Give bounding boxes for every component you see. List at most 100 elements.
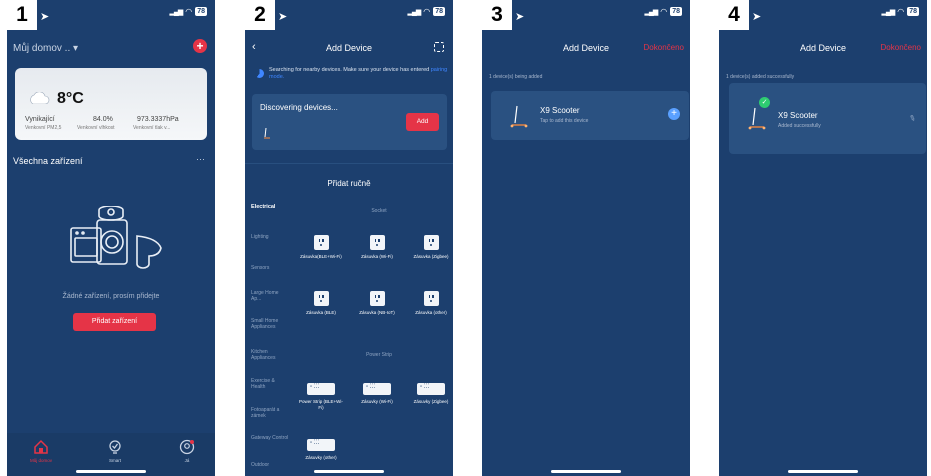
category-outdoor[interactable]: Outdoor bbox=[251, 462, 289, 468]
page-title: Add Device bbox=[325, 43, 373, 53]
scooter-icon bbox=[264, 127, 270, 139]
cloud-icon bbox=[30, 92, 50, 104]
tab-label: Smart bbox=[108, 458, 121, 463]
scan-icon[interactable] bbox=[434, 42, 444, 52]
step-number: 4 bbox=[719, 0, 749, 30]
socket-nb-iot[interactable]: Zásuvka (NB-IoT) bbox=[353, 291, 401, 316]
step-number: 2 bbox=[245, 0, 275, 30]
home-indicator bbox=[76, 470, 146, 473]
socket-other[interactable]: Zásuvka (other) bbox=[407, 291, 453, 316]
category-electrical[interactable]: Electrical bbox=[251, 204, 289, 210]
socket-ble[interactable]: Zásuvka (BLE) bbox=[297, 291, 345, 316]
home-title: Můj domov .. bbox=[13, 43, 71, 54]
add-button[interactable]: Add bbox=[406, 113, 439, 131]
status-bar: ▂▄▆ ◠ 78 bbox=[169, 7, 207, 16]
strip-ble-wifi[interactable]: Power Strip (BLE+Wi-Fi) bbox=[297, 383, 345, 411]
socket-zigbee[interactable]: Zásuvka (Zigbee) bbox=[407, 235, 453, 260]
location-arrow-icon: ➤ bbox=[515, 11, 525, 23]
home-indicator bbox=[788, 470, 858, 473]
air-quality-label: Venkovní PM2,5 bbox=[25, 125, 62, 131]
searching-spinner-icon bbox=[255, 69, 264, 78]
category-sensors[interactable]: Sensors bbox=[251, 265, 289, 271]
battery-indicator: 78 bbox=[907, 7, 919, 16]
smart-icon bbox=[109, 440, 121, 454]
location-arrow-icon: ➤ bbox=[40, 11, 50, 23]
item-label: Zásuvka(BLE+Wi-Fi) bbox=[300, 254, 342, 259]
devices-count-text: 1 device(s) being added bbox=[489, 74, 543, 80]
status-bar: ▂▄▆ ◠ 78 bbox=[881, 7, 919, 16]
category-small-home[interactable]: Small Home Appliances bbox=[251, 318, 289, 330]
tab-label: Můj domov bbox=[29, 458, 52, 463]
socket-ble-wifi[interactable]: Zásuvka(BLE+Wi-Fi) bbox=[297, 235, 345, 260]
tab-home[interactable]: Můj domov bbox=[21, 439, 61, 463]
item-label: Zásuvka (NB-IoT) bbox=[359, 310, 395, 315]
home-selector[interactable]: Můj domov .. ▾ bbox=[13, 43, 78, 54]
group-socket: Socket bbox=[371, 208, 387, 214]
device-card[interactable]: X9 Scooter Tap to add this device + bbox=[491, 91, 689, 140]
power-strip-icon bbox=[307, 383, 335, 395]
empty-appliances-illustration bbox=[70, 206, 162, 269]
step-number: 3 bbox=[482, 0, 512, 30]
location-arrow-icon: ➤ bbox=[278, 11, 288, 23]
category-large-home[interactable]: Large Home Ap... bbox=[251, 290, 289, 302]
status-bar: ▂▄▆ ◠ 78 bbox=[407, 7, 445, 16]
add-plus-icon[interactable]: + bbox=[668, 108, 680, 120]
wifi-icon: ◠ bbox=[423, 7, 431, 16]
add-device-button[interactable]: Přidat zařízení bbox=[73, 313, 156, 331]
tab-me[interactable]: Já bbox=[167, 439, 207, 463]
item-label: Zásuvka (Zigbee) bbox=[413, 254, 449, 259]
category-lighting[interactable]: Lighting bbox=[251, 234, 289, 240]
category-camera-lock[interactable]: Fotoaparát a zámek bbox=[251, 407, 289, 419]
battery-indicator: 78 bbox=[670, 7, 682, 16]
signal-icon: ▂▄▆ bbox=[407, 8, 421, 16]
strip-wifi[interactable]: Zásuvky (Wi-Fi) bbox=[353, 383, 401, 405]
status-bar: ▂▄▆ ◠ 78 bbox=[644, 7, 682, 16]
temperature-value: 8°C bbox=[57, 90, 84, 107]
item-label: Zásuvka (BLE) bbox=[306, 310, 336, 315]
more-options-icon[interactable]: ··· bbox=[196, 154, 205, 164]
socket-icon bbox=[369, 235, 385, 250]
chevron-down-icon: ▾ bbox=[73, 43, 79, 54]
manual-add-title: Přidat ručně bbox=[327, 179, 371, 188]
tab-label: Já bbox=[184, 458, 190, 463]
done-button[interactable]: Dokončeno bbox=[881, 43, 921, 52]
socket-icon bbox=[369, 291, 385, 306]
battery-indicator: 78 bbox=[195, 7, 207, 16]
socket-wifi[interactable]: Zásuvka (Wi-Fi) bbox=[353, 235, 401, 260]
strip-other[interactable]: Zásuvky (other) bbox=[297, 439, 345, 461]
search-status: Searching for nearby devices. Make sure … bbox=[255, 67, 450, 81]
weather-card[interactable]: 8°C Vynikající 84.0% 973.3337hPa Venkovn… bbox=[15, 68, 207, 140]
power-strip-icon bbox=[363, 383, 391, 395]
home-indicator bbox=[551, 470, 621, 473]
phone-screen-device-added: 4 ➤ ▂▄▆ ◠ 78 Add Device Dokončeno 1 devi… bbox=[719, 0, 927, 476]
item-label: Zásuvky (Wi-Fi) bbox=[361, 399, 393, 404]
step-number: 1 bbox=[7, 0, 37, 30]
wifi-icon: ◠ bbox=[660, 7, 668, 16]
category-exercise[interactable]: Exercise & Health bbox=[251, 378, 289, 390]
done-button[interactable]: Dokončeno bbox=[644, 43, 684, 52]
device-name: X9 Scooter bbox=[778, 111, 818, 120]
home-indicator bbox=[314, 470, 384, 473]
edit-pencil-icon[interactable]: ✎ bbox=[908, 113, 917, 124]
scooter-icon bbox=[510, 105, 528, 128]
humidity-label: Venkovní vlhkost bbox=[77, 125, 115, 131]
tab-smart[interactable]: Smart bbox=[95, 439, 135, 463]
item-label: Power Strip (BLE+Wi-Fi) bbox=[299, 399, 343, 410]
item-label: Zásuvky (Zigbee) bbox=[413, 399, 449, 404]
category-gateway[interactable]: Gateway Control bbox=[251, 435, 289, 441]
power-strip-icon bbox=[307, 439, 335, 451]
device-card[interactable]: ✓ X9 Scooter Added successfully ✎ bbox=[729, 83, 926, 154]
pressure-label: Venkovní tlak v... bbox=[133, 125, 171, 131]
power-strip-icon bbox=[417, 383, 445, 395]
signal-icon: ▂▄▆ bbox=[881, 8, 895, 16]
strip-zigbee[interactable]: Zásuvky (Zigbee) bbox=[407, 383, 453, 405]
device-subtitle: Tap to add this device bbox=[540, 118, 589, 124]
wifi-icon: ◠ bbox=[185, 7, 193, 16]
category-kitchen[interactable]: Kitchen Appliances bbox=[251, 349, 289, 361]
divider bbox=[245, 163, 453, 164]
device-name: X9 Scooter bbox=[540, 106, 580, 115]
add-device-plus-icon[interactable]: + bbox=[193, 39, 207, 53]
group-power-strip: Power Strip bbox=[366, 352, 392, 358]
battery-indicator: 78 bbox=[433, 7, 445, 16]
humidity-value: 84.0% bbox=[93, 116, 113, 123]
